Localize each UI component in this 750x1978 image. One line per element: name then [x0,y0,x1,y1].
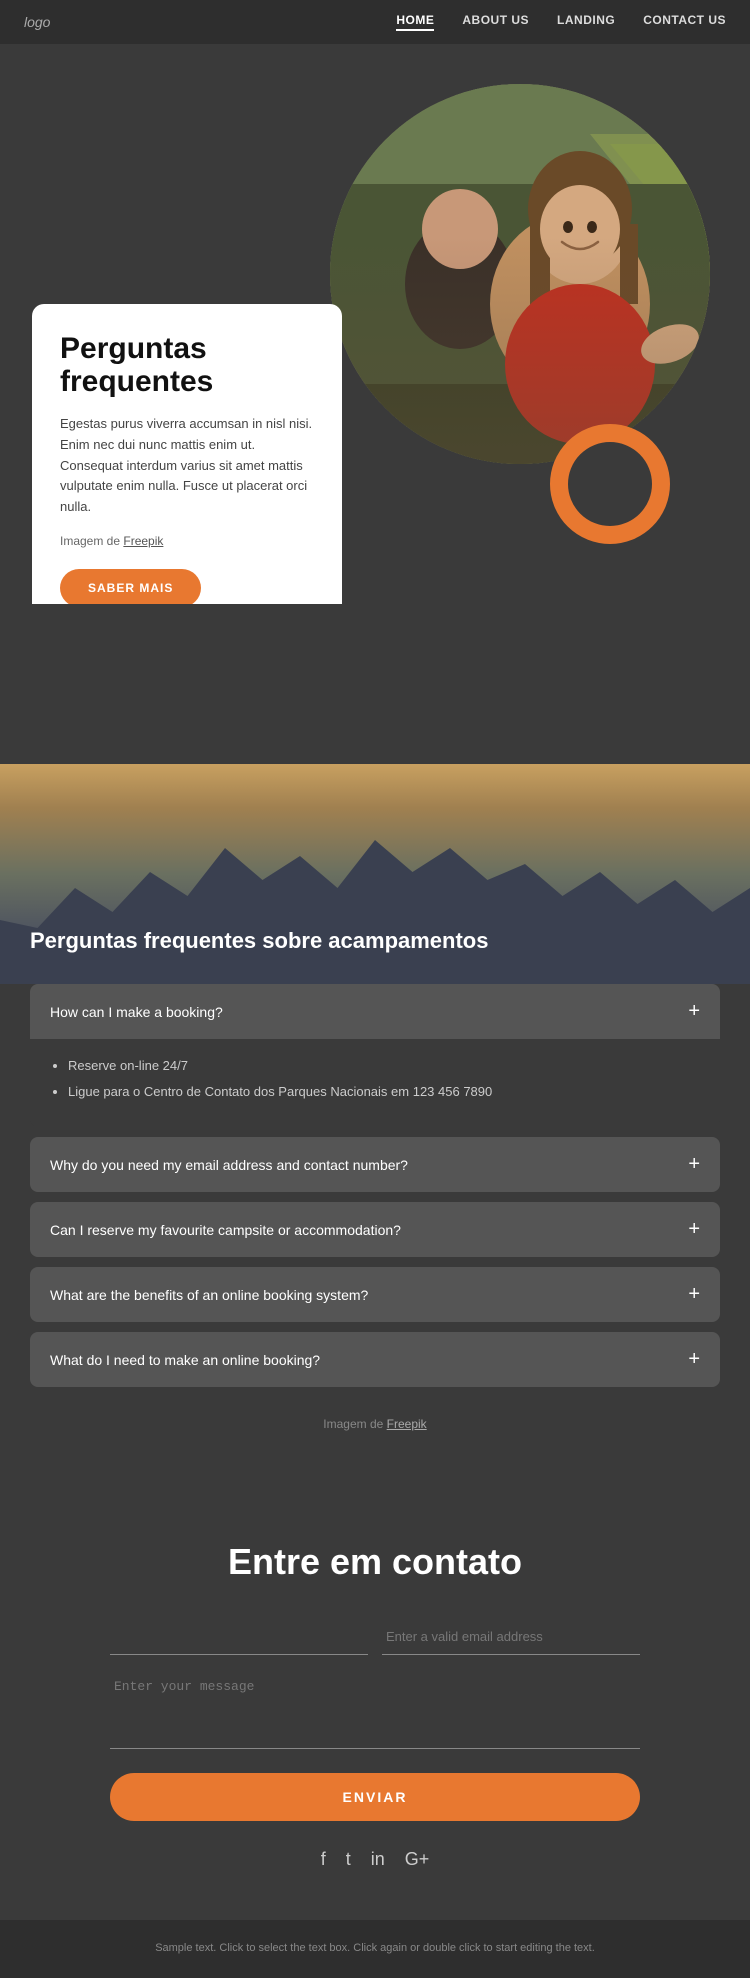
nav-logo: logo [24,14,396,30]
faq-item-4: What are the benefits of an online booki… [30,1267,720,1322]
faq-question-1[interactable]: How can I make a booking? + [30,984,720,1039]
message-input[interactable] [110,1669,640,1749]
mountains-section: Perguntas frequentes sobre acampamentos [0,764,750,984]
form-name-email-row [110,1619,640,1655]
faq-image-credit: Imagem de Freepik [30,1397,720,1451]
faq-answer-item-1-2: Ligue para o Centro de Contato dos Parqu… [68,1081,700,1103]
faq-section: How can I make a booking? + Reserve on-l… [0,984,750,1491]
faq-question-5[interactable]: What do I need to make an online booking… [30,1332,720,1387]
submit-button[interactable]: ENVIAR [110,1773,640,1821]
faq-answer-item-1-1: Reserve on-line 24/7 [68,1055,700,1077]
faq-item-2: Why do you need my email address and con… [30,1137,720,1192]
hero-card: Perguntas frequentes Egestas purus viver… [32,304,342,604]
hero-section: Perguntas frequentes Egestas purus viver… [0,44,750,604]
footer: Sample text. Click to select the text bo… [0,1920,750,1978]
faq-question-2[interactable]: Why do you need my email address and con… [30,1137,720,1192]
hero-title: Perguntas frequentes [60,332,314,398]
orange-ring-decoration [550,424,670,544]
footer-text: Sample text. Click to select the text bo… [30,1940,720,1958]
faq-question-text-2: Why do you need my email address and con… [50,1157,408,1173]
nav-about[interactable]: ABOUT US [462,13,529,31]
faq-item-5: What do I need to make an online booking… [30,1332,720,1387]
instagram-icon[interactable]: in [371,1849,385,1870]
mountains-title: Perguntas frequentes sobre acampamentos [0,928,488,954]
hero-image [330,84,710,464]
faq-toggle-icon-2: + [688,1153,700,1176]
faq-toggle-icon-1: + [688,1000,700,1023]
faq-question-text-3: Can I reserve my favourite campsite or a… [50,1222,401,1238]
contact-section: Entre em contato ENVIAR f t in G+ [0,1491,750,1920]
nav-landing[interactable]: LANDING [557,13,615,31]
faq-answer-1: Reserve on-line 24/7 Ligue para o Centro… [30,1039,720,1127]
freepik-link[interactable]: Freepik [123,534,163,548]
google-plus-icon[interactable]: G+ [405,1849,430,1870]
hero-body: Egestas purus viverra accumsan in nisl n… [60,414,314,518]
faq-question-3[interactable]: Can I reserve my favourite campsite or a… [30,1202,720,1257]
navbar: logo HOME ABOUT US LANDING CONTACT US [0,0,750,44]
nav-contact[interactable]: CONTACT US [643,13,726,31]
twitter-icon[interactable]: t [346,1849,351,1870]
hero-image-credit: Imagem de Freepik [60,532,314,551]
faq-toggle-icon-4: + [688,1283,700,1306]
faq-question-text-5: What do I need to make an online booking… [50,1352,320,1368]
faq-toggle-icon-3: + [688,1218,700,1241]
hero-image-inner [330,84,710,464]
mountain-silhouette [0,824,750,984]
hero-spacer [0,604,750,764]
faq-question-text-4: What are the benefits of an online booki… [50,1287,368,1303]
faq-freepik-link[interactable]: Freepik [387,1417,427,1431]
faq-item-3: Can I reserve my favourite campsite or a… [30,1202,720,1257]
faq-toggle-icon-5: + [688,1348,700,1371]
faq-question-4[interactable]: What are the benefits of an online booki… [30,1267,720,1322]
contact-title: Entre em contato [110,1541,640,1583]
name-input[interactable] [110,1619,368,1655]
facebook-icon[interactable]: f [321,1849,326,1870]
saber-mais-button[interactable]: SABER MAIS [60,569,201,604]
nav-home[interactable]: HOME [396,13,434,31]
nav-links: HOME ABOUT US LANDING CONTACT US [396,13,726,31]
social-icons-row: f t in G+ [110,1849,640,1870]
faq-item-1: How can I make a booking? + Reserve on-l… [30,984,720,1127]
faq-question-text-1: How can I make a booking? [50,1004,223,1020]
email-input[interactable] [382,1619,640,1655]
